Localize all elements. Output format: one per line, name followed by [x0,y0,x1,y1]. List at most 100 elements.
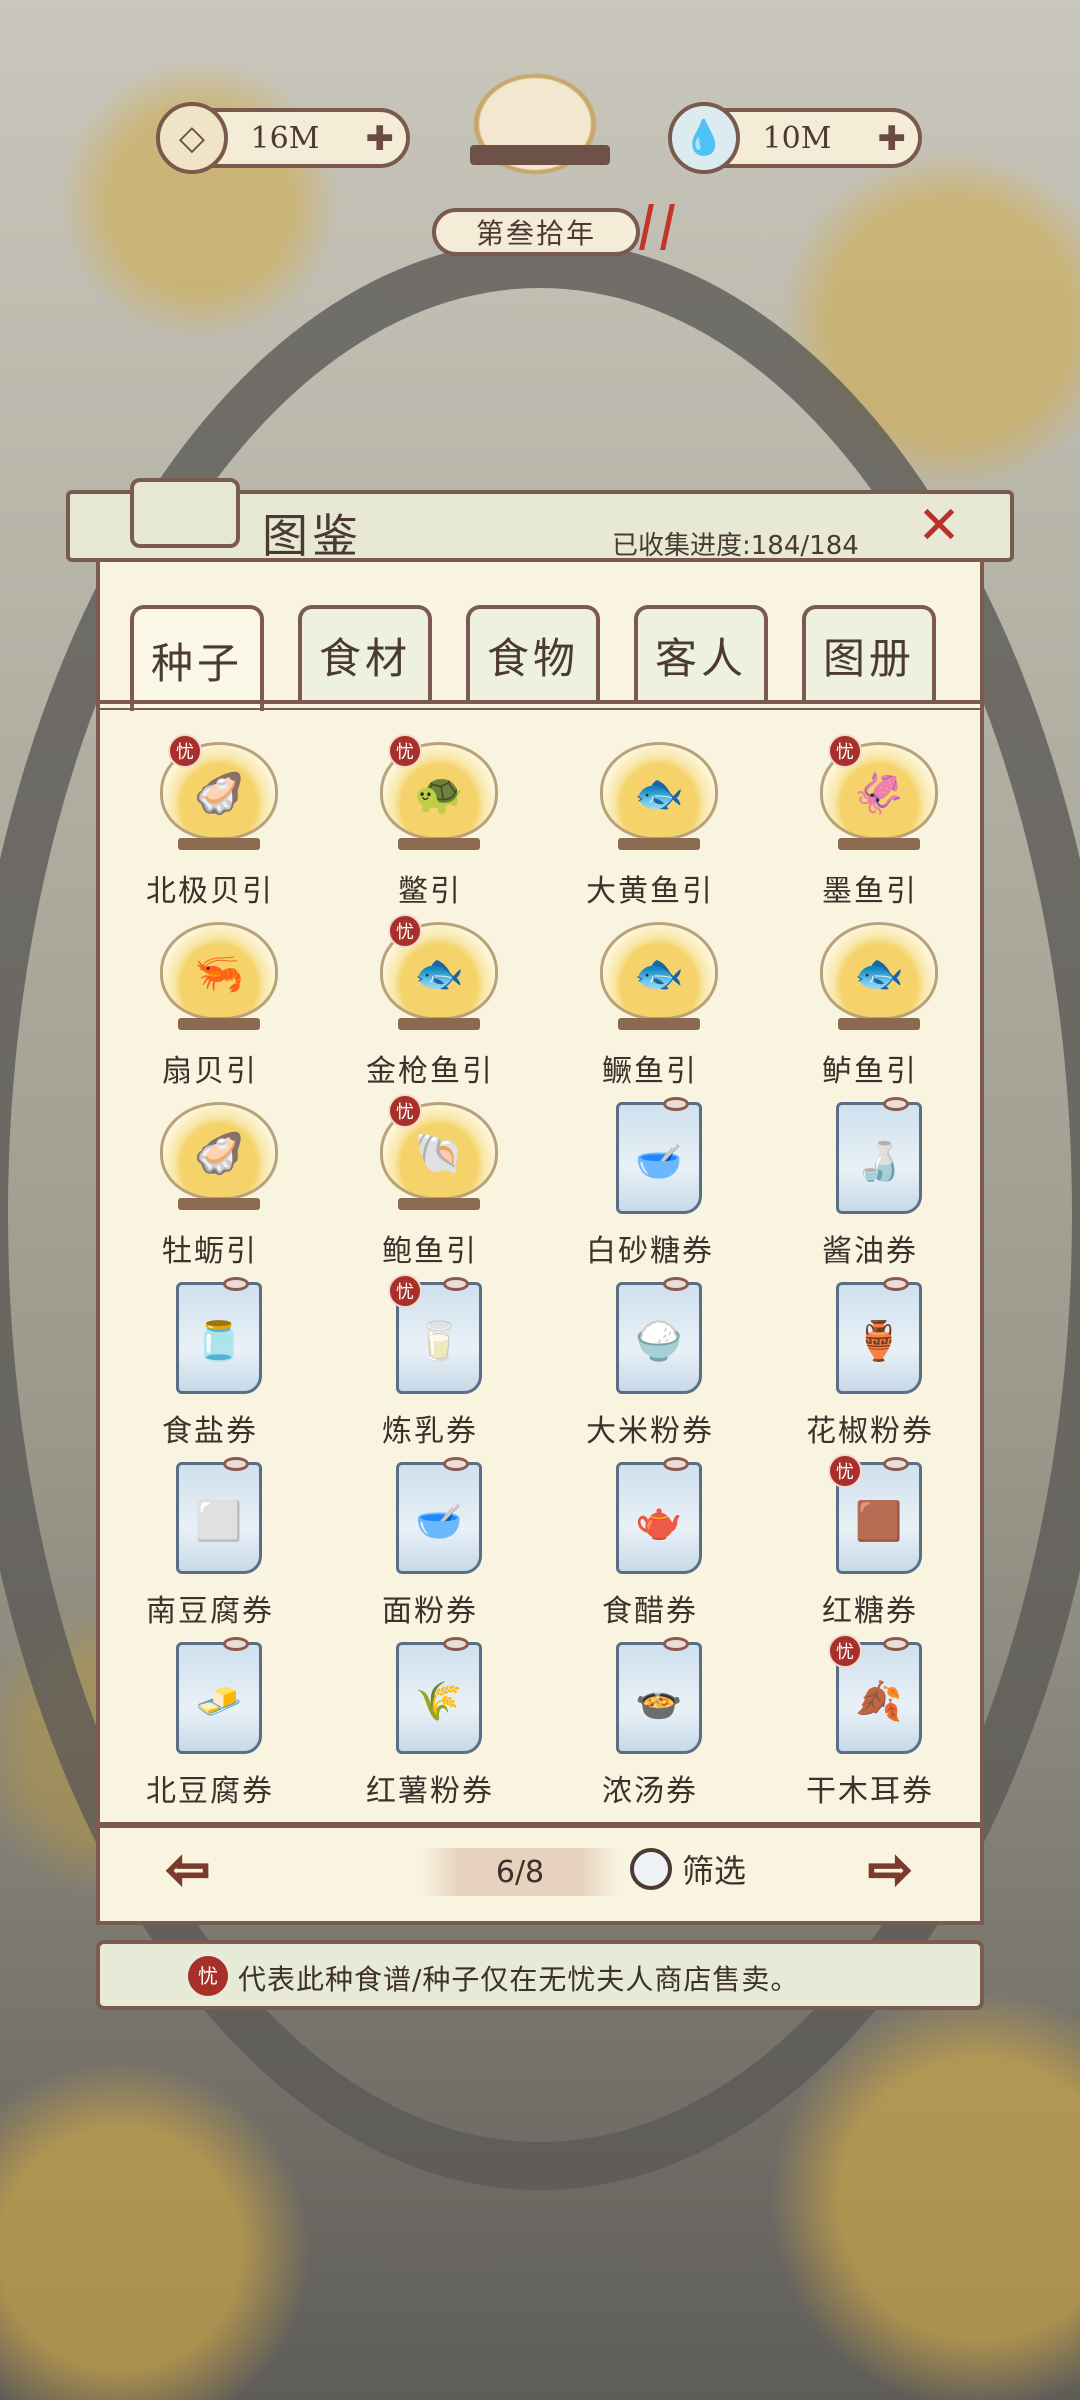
coupon-scroll-icon: 🌾 [380,1637,498,1754]
collection-item[interactable]: 🐟 忧金枪鱼引 [330,910,530,1090]
fishbowl-icon: 🐟 [820,922,938,1034]
tab-food[interactable]: 食物 [466,605,600,701]
store-badge-icon: 忧 [388,1094,422,1128]
coupon-scroll-icon: 🍚 [600,1277,718,1394]
item-icon: 🐚 [414,1131,464,1177]
item-icon: 🍚 [635,1319,683,1363]
item-icon: 🥛 [415,1319,463,1363]
collection-item[interactable]: 🐟 大黄鱼引 [550,730,750,910]
tab-album[interactable]: 图册 [802,605,936,701]
item-label: 北豆腐券 [146,1774,274,1809]
water-drop-icon: 💧 [668,102,740,174]
coupon-knob [663,1097,689,1111]
item-label: 食盐券 [162,1414,258,1449]
coupon-paper: 🍶 [836,1097,922,1214]
close-icon[interactable]: ✕ [913,500,965,552]
tab-guests[interactable]: 客人 [634,605,768,701]
collection-item[interactable]: 🦪 牡蛎引 [110,1090,310,1270]
item-icon: 🍲 [635,1679,683,1723]
arrow-left-icon[interactable]: ⇦ [143,1839,233,1902]
collection-item[interactable]: 🧈 北豆腐券 [110,1630,310,1810]
item-icon: 🥣 [635,1139,683,1183]
bowl-stand [398,1198,480,1210]
tabs-divider [96,700,984,710]
collection-item[interactable]: 🥣 面粉券 [330,1450,530,1630]
magnifier-icon [630,1848,672,1890]
item-label: 食醋券 [602,1594,698,1629]
item-label: 浓汤券 [602,1774,698,1809]
item-label: 鳜鱼引 [602,1054,698,1089]
store-badge-icon: 忧 [388,734,422,768]
water-counter[interactable]: 💧 10M ✚ [668,102,922,174]
coupon-knob [663,1457,689,1471]
collection-item[interactable]: 🍶 酱油券 [770,1090,970,1270]
coupon-knob [883,1637,909,1651]
collection-item[interactable]: 🍲 浓汤券 [550,1630,750,1810]
coupon-knob [883,1277,909,1291]
bowl-stand [838,838,920,850]
item-icon: ⬜ [195,1499,243,1543]
collection-item[interactable]: 🏺 花椒粉券 [770,1270,970,1450]
collection-item[interactable]: 🟫 忧红糖券 [770,1450,970,1630]
bowl-stand [178,838,260,850]
item-label: 花椒粉券 [806,1414,934,1449]
collection-item[interactable]: 🥛 忧炼乳券 [330,1270,530,1450]
item-icon: 🐟 [854,951,904,997]
collection-item[interactable]: ⬜ 南豆腐券 [110,1450,310,1630]
fishbowl-icon: 🦐 [160,922,278,1034]
item-label: 红糖券 [822,1594,918,1629]
progress-value: 184/184 [750,531,859,561]
item-label: 南豆腐券 [146,1594,274,1629]
bowl-stand [618,1018,700,1030]
bowl-stand [398,838,480,850]
item-icon: 🦐 [194,951,244,997]
collection-item[interactable]: 🐟 鲈鱼引 [770,910,970,1090]
tab-seeds[interactable]: 种子 [130,605,264,711]
store-badge-icon: 忧 [388,1274,422,1308]
collection-item[interactable]: 🍚 大米粉券 [550,1270,750,1450]
store-badge-icon: 忧 [168,734,202,768]
coupon-knob [443,1637,469,1651]
filter-button[interactable]: 筛选 [630,1836,770,1902]
collection-item[interactable]: 🐢 忧鳖引 [330,730,530,910]
note-text: 代表此种食谱/种子仅在无忧夫人商店售卖。 [238,1963,800,1996]
coupon-knob [223,1277,249,1291]
add-coin-icon[interactable]: ✚ [366,122,395,156]
pavilion-roof-icon [470,145,610,165]
coupon-knob [883,1457,909,1471]
item-label: 大米粉券 [586,1414,714,1449]
category-tabs: 种子 食材 食物 客人 图册 [96,605,984,711]
store-badge-icon: 忧 [188,1956,228,1996]
collection-item[interactable]: 🥣 白砂糖券 [550,1090,750,1270]
collection-item[interactable]: 🫖 食醋券 [550,1450,750,1630]
tab-ingredients[interactable]: 食材 [298,605,432,701]
collection-item[interactable]: 🦑 忧墨鱼引 [770,730,970,910]
item-label: 牡蛎引 [162,1234,258,1269]
coupon-paper: 🧈 [176,1637,262,1754]
collection-item[interactable]: 🫙 食盐券 [110,1270,310,1450]
collection-item[interactable]: 🦪 忧北极贝引 [110,730,310,910]
collection-item[interactable]: 🐟 鳜鱼引 [550,910,750,1090]
item-icon: 🦪 [194,771,244,817]
fishbowl-icon: 🐟 [600,922,718,1034]
item-label: 鲍鱼引 [382,1234,478,1269]
year-label: 第叁拾年 [432,208,640,256]
collection-item[interactable]: 🦐 扇贝引 [110,910,310,1090]
coupon-paper: 🏺 [836,1277,922,1394]
collection-item[interactable]: 🍂 忧干木耳券 [770,1630,970,1810]
item-icon: 🐢 [414,771,464,817]
collection-item[interactable]: 🐚 忧鲍鱼引 [330,1090,530,1270]
coupon-paper: ⬜ [176,1457,262,1574]
add-water-icon[interactable]: ✚ [878,122,907,156]
arrow-right-icon[interactable]: ⇨ [845,1839,935,1902]
coin-counter[interactable]: ◇ 16M ✚ [156,102,410,174]
item-label: 鳖引 [398,874,462,909]
collection-item[interactable]: 🌾 红薯粉券 [330,1630,530,1810]
bowl-stand [398,1018,480,1030]
progress-label: 已收集进度: [612,531,751,561]
coupon-scroll-icon: 🥣 [600,1097,718,1214]
item-icon: 🥣 [415,1499,463,1543]
page-indicator: 6/8 [420,1848,620,1896]
coupon-scroll-icon: 🍲 [600,1637,718,1754]
coupon-knob [443,1277,469,1291]
